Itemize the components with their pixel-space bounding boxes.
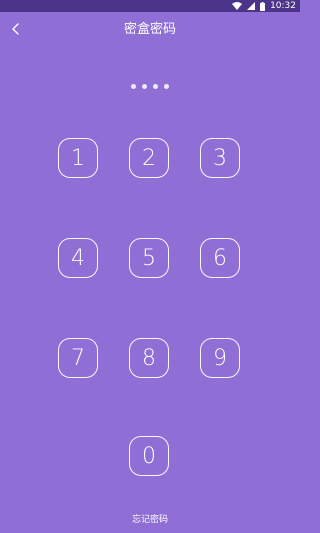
page-title: 密盒密码 [123,22,176,37]
pin-dot [153,84,158,89]
pin-indicator [0,84,300,90]
keypad: 123 456 789 0 [58,138,242,478]
status-bar: 10:32 [0,0,300,12]
key-5-button[interactable]: 5 [129,238,169,278]
key-0-button[interactable]: 0 [129,436,169,476]
signal-icon [247,2,256,10]
pin-dot [142,84,147,89]
battery-icon [260,1,266,11]
key-7-button[interactable]: 7 [58,338,98,378]
key-9-button[interactable]: 9 [200,338,240,378]
key-1-button[interactable]: 1 [58,138,98,178]
key-2-button[interactable]: 2 [129,138,169,178]
key-3-button[interactable]: 3 [200,138,240,178]
wifi-icon [232,2,243,10]
status-time: 10:32 [270,1,296,11]
status-icons: 10:32 [232,0,296,12]
key-4-button[interactable]: 4 [58,238,98,278]
key-6-button[interactable]: 6 [200,238,240,278]
forgot-password-link[interactable]: 忘记密码 [0,512,300,525]
app-bar: 密盒密码 [0,12,300,48]
pin-dot [131,84,136,89]
pin-dot [164,84,169,89]
key-8-button[interactable]: 8 [129,338,169,378]
